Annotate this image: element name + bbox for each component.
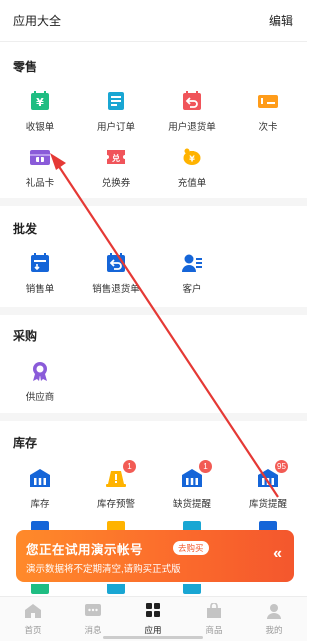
next-row-icon-peek <box>183 584 201 594</box>
app-label: 供应商 <box>25 392 55 403</box>
notification-badge: 95 <box>275 460 288 473</box>
profile-icon <box>265 603 283 619</box>
cash-register-icon: ¥ <box>29 90 51 112</box>
gift-card-icon <box>29 146 51 168</box>
user-return-icon <box>181 90 203 112</box>
buy-button[interactable]: 去购买 <box>173 541 209 555</box>
bottom-tab-bar: 首页 消息 应用 商品 我的 <box>0 596 307 641</box>
app-sales-order[interactable]: 销售单 <box>3 252 77 302</box>
voucher-icon: 兑 <box>105 146 127 168</box>
notification-badge: 1 <box>123 460 136 473</box>
banner-title: 您正在试用演示帐号 <box>26 543 144 557</box>
svg-text:兑: 兑 <box>112 153 120 163</box>
tab-label: 首页 <box>24 625 42 635</box>
tab-home[interactable]: 首页 <box>3 603 63 636</box>
apps-icon <box>144 603 162 619</box>
app-stock-reminder[interactable]: 95 库货提醒 <box>231 460 305 517</box>
warning-icon: 1 <box>105 460 136 489</box>
app-customer[interactable]: 客户 <box>155 252 229 302</box>
page-title: 应用大全 <box>13 14 62 28</box>
tab-apps[interactable]: 应用 <box>123 603 183 636</box>
app-label: 用户订单 <box>96 122 135 133</box>
tab-label: 消息 <box>84 625 102 635</box>
app-recharge[interactable]: ¥ 充值单 <box>155 146 229 196</box>
notification-badge: 1 <box>199 460 212 473</box>
app-label: 库存 <box>30 499 50 510</box>
svg-text:¥: ¥ <box>189 155 195 164</box>
supplier-icon <box>29 360 51 382</box>
customer-icon <box>181 252 203 274</box>
app-label: 库货提醒 <box>248 499 287 510</box>
section-title-purchase: 采购 <box>13 329 38 343</box>
app-label: 客户 <box>182 284 202 295</box>
tab-label: 商品 <box>205 625 223 635</box>
app-voucher[interactable]: 兑 兑换券 <box>79 146 153 196</box>
app-header: 应用大全 编辑 <box>0 0 307 42</box>
section-divider <box>0 198 307 206</box>
trial-banner[interactable]: 您正在试用演示帐号 去购买 演示数据将不定期清空,请购买正式版 « <box>16 530 294 582</box>
card-icon <box>257 90 279 112</box>
sales-return-icon <box>105 252 127 274</box>
tab-goods[interactable]: 商品 <box>184 602 244 636</box>
app-user-order[interactable]: 用户订单 <box>79 90 153 140</box>
svg-text:¥: ¥ <box>36 96 44 109</box>
app-sales-return[interactable]: 销售退货单 <box>79 252 153 302</box>
edit-button[interactable]: 编辑 <box>269 12 293 29</box>
app-label: 缺货提醒 <box>172 499 211 510</box>
section-title-retail: 零售 <box>13 60 38 74</box>
app-label: 销售单 <box>25 284 55 295</box>
section-divider <box>0 307 307 315</box>
collapse-arrow-icon[interactable]: « <box>273 545 282 563</box>
section-divider <box>0 413 307 421</box>
app-gift-card[interactable]: 礼品卡 <box>3 146 77 196</box>
app-shortage-reminder[interactable]: 1 缺货提醒 <box>155 460 229 517</box>
next-row-icon-peek <box>31 584 49 594</box>
section-title-wholesale: 批发 <box>13 222 38 236</box>
tab-messages[interactable]: 消息 <box>63 603 123 636</box>
app-stock-warning[interactable]: 1 库存预警 <box>79 460 153 517</box>
app-times-card[interactable]: 次卡 <box>231 90 305 140</box>
app-cash-register[interactable]: ¥ 收银单 <box>3 90 77 140</box>
app-warehouse[interactable]: 库存 <box>3 467 77 517</box>
app-label: 次卡 <box>258 122 278 133</box>
app-label: 礼品卡 <box>25 178 55 189</box>
sales-order-icon <box>29 252 51 274</box>
warehouse-icon <box>29 467 51 489</box>
app-user-return[interactable]: 用户退货单 <box>155 90 229 140</box>
shortage-icon: 1 <box>181 460 212 489</box>
home-icon <box>24 603 42 619</box>
tab-label: 应用 <box>144 625 162 635</box>
section-title-inventory: 库存 <box>13 436 38 450</box>
recharge-icon: ¥ <box>181 146 203 168</box>
user-order-icon <box>105 90 127 112</box>
tab-profile[interactable]: 我的 <box>244 603 304 636</box>
app-label: 兑换券 <box>101 178 131 189</box>
banner-subtitle: 演示数据将不定期清空,请购买正式版 <box>26 564 181 575</box>
app-label: 库存预警 <box>96 499 135 510</box>
app-label: 用户退货单 <box>168 122 216 133</box>
message-icon <box>84 603 102 619</box>
home-indicator <box>103 636 203 639</box>
next-row-icon-peek <box>107 584 125 594</box>
goods-icon <box>205 602 223 619</box>
tab-label: 我的 <box>265 625 283 635</box>
stock-reminder-icon: 95 <box>257 460 288 489</box>
app-label: 充值单 <box>177 178 207 189</box>
app-supplier[interactable]: 供应商 <box>3 360 77 410</box>
app-label: 销售退货单 <box>92 284 140 295</box>
app-label: 收银单 <box>25 122 55 133</box>
